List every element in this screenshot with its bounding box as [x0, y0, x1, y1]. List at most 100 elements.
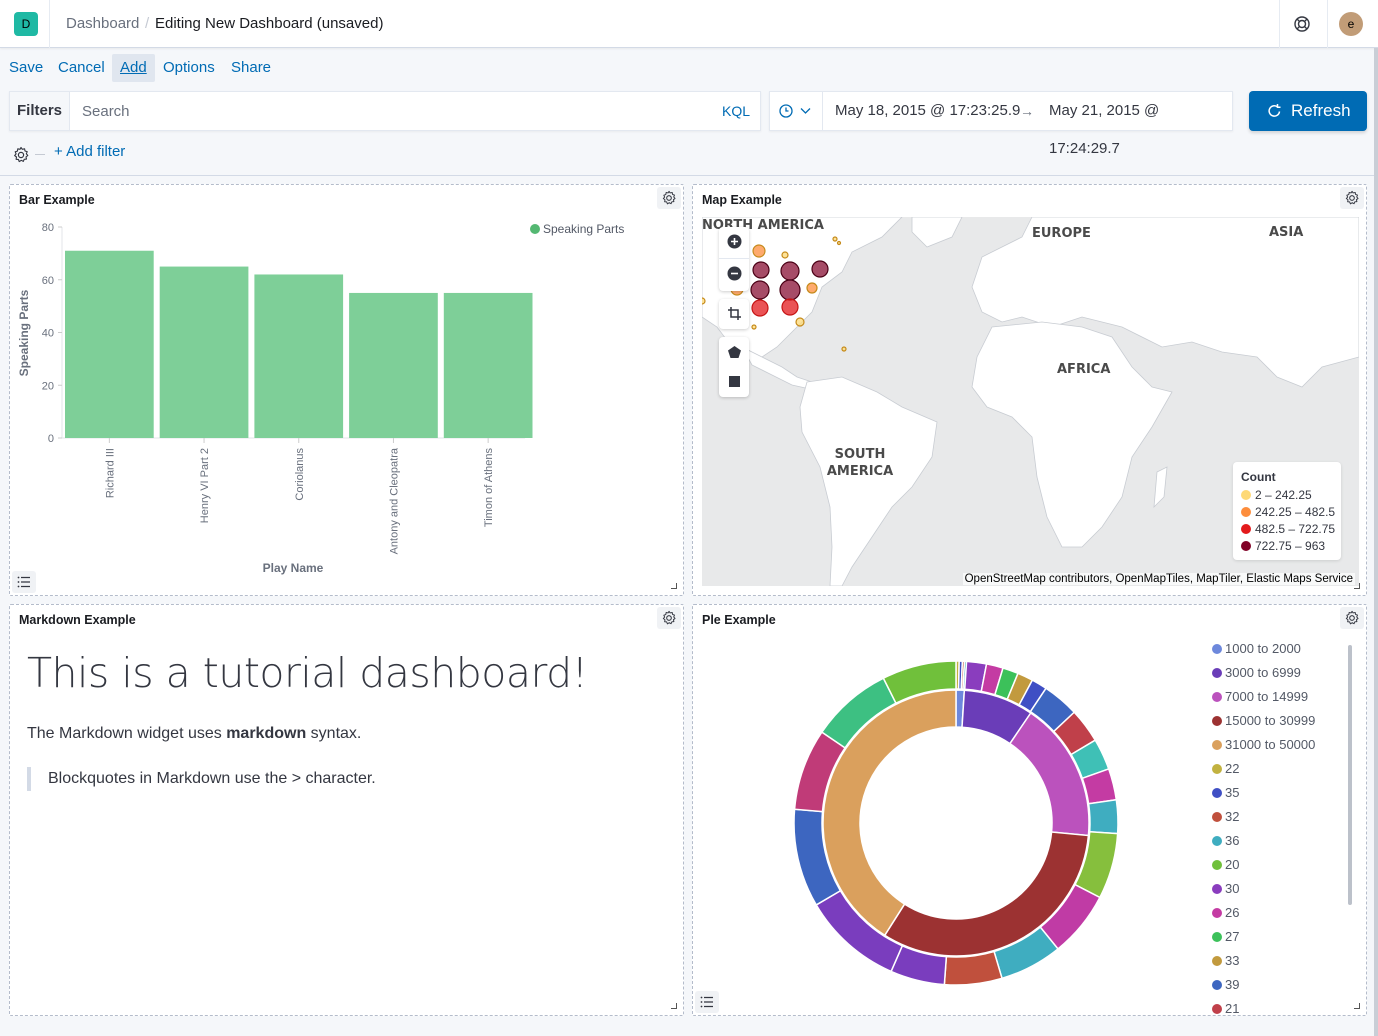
pie-outer-slice[interactable]: [1087, 798, 1119, 835]
app-logo[interactable]: D: [14, 12, 38, 36]
legend-item[interactable]: 32: [1212, 809, 1342, 833]
end-date[interactable]: May 21, 2015 @ 17:24:29.7: [1049, 92, 1232, 168]
legend-item[interactable]: 7000 to 14999: [1212, 689, 1342, 713]
map-data-point[interactable]: [751, 299, 769, 317]
refresh-button[interactable]: Refresh: [1249, 91, 1367, 131]
map-canvas[interactable]: NORTH AMERICA EUROPE ASIA AFRICA SOUTH A…: [702, 217, 1359, 586]
zoom-controls: [719, 227, 749, 291]
legend-toggle-button[interactable]: [12, 571, 36, 593]
menu-add[interactable]: Add: [112, 54, 155, 82]
map-data-point[interactable]: [781, 251, 789, 259]
legend-item[interactable]: 33: [1212, 953, 1342, 977]
continent-label: ASIA: [1269, 225, 1304, 240]
legend-toggle-button[interactable]: [695, 991, 719, 1013]
user-avatar[interactable]: e: [1339, 12, 1363, 36]
map-data-point[interactable]: [832, 236, 838, 242]
bar[interactable]: [65, 250, 154, 438]
resize-handle[interactable]: [671, 583, 677, 589]
menu-share[interactable]: Share: [223, 54, 279, 82]
polygon-draw-icon[interactable]: [728, 346, 741, 358]
panel-options-button[interactable]: [1340, 607, 1364, 629]
divider: [49, 0, 50, 48]
map-data-point[interactable]: [836, 240, 842, 246]
continent-label: EUROPE: [1032, 226, 1091, 241]
pie-outer-slice[interactable]: [943, 950, 1003, 986]
legend-dot: [1212, 1004, 1222, 1014]
list-icon: [700, 996, 713, 1008]
legend-item[interactable]: 31000 to 50000: [1212, 737, 1342, 761]
bar[interactable]: [349, 292, 438, 438]
help-lifebuoy-icon[interactable]: [1293, 15, 1311, 33]
menu-options[interactable]: Options: [155, 54, 223, 82]
clock-icon: [779, 104, 793, 118]
zoom-in-icon[interactable]: [727, 234, 742, 249]
search-input[interactable]: [72, 92, 692, 130]
map-data-point[interactable]: [750, 280, 770, 300]
map-attribution[interactable]: OpenStreetMap contributors, OpenMapTiles…: [962, 573, 1355, 585]
rectangle-draw-icon[interactable]: [729, 376, 740, 387]
land-south-america: [799, 376, 938, 586]
x-tick-label: Coriolanus: [294, 448, 306, 501]
chart-legend[interactable]: Speaking Parts: [530, 222, 624, 236]
legend-label: 15000 to 30999: [1225, 713, 1316, 728]
kql-toggle-button[interactable]: KQL: [722, 92, 750, 130]
legend-item[interactable]: 30: [1212, 881, 1342, 905]
land-greenland: [911, 217, 963, 248]
legend-label: 32: [1225, 809, 1240, 824]
start-date[interactable]: May 18, 2015 @ 17:23:25.9: [835, 92, 1020, 130]
fit-bounds-button[interactable]: [719, 299, 749, 329]
map-data-point[interactable]: [841, 346, 847, 352]
bar[interactable]: [254, 274, 344, 438]
filter-settings-gear-icon[interactable]: [12, 146, 30, 169]
legend-item[interactable]: 1000 to 2000: [1212, 641, 1342, 665]
quick-menu-button[interactable]: [770, 92, 823, 130]
legend-item[interactable]: 3000 to 6999: [1212, 665, 1342, 689]
legend-scrollbar[interactable]: [1348, 645, 1352, 905]
map-data-point[interactable]: [779, 279, 801, 301]
menu-cancel[interactable]: Cancel: [50, 54, 113, 82]
zoom-out-icon[interactable]: [727, 266, 742, 281]
resize-handle[interactable]: [1354, 1003, 1360, 1009]
map-legend-item: 2 – 242.25: [1241, 487, 1333, 504]
legend-item[interactable]: 26: [1212, 905, 1342, 929]
bar[interactable]: [159, 266, 249, 438]
y-tick-label: 80: [42, 222, 54, 234]
map-data-point[interactable]: [752, 244, 766, 258]
add-filter-button[interactable]: + Add filter: [54, 143, 125, 160]
markdown-heading: This is a tutorial dashboard!: [27, 649, 588, 697]
legend-item[interactable]: 21: [1212, 1001, 1342, 1021]
map-data-point[interactable]: [806, 282, 818, 294]
legend-label: 30: [1225, 881, 1240, 896]
map-data-point[interactable]: [751, 324, 757, 330]
legend-dot: [1241, 524, 1251, 534]
map-data-point[interactable]: [702, 297, 706, 305]
gear-icon: [662, 610, 676, 625]
legend-item[interactable]: 20: [1212, 857, 1342, 881]
legend-label: 1000 to 2000: [1225, 641, 1301, 656]
menu-save[interactable]: Save: [1, 54, 51, 82]
map-data-point[interactable]: [795, 317, 805, 327]
legend-item[interactable]: 36: [1212, 833, 1342, 857]
map-data-point[interactable]: [780, 261, 800, 281]
map-legend-item: 242.25 – 482.5: [1241, 504, 1335, 521]
land-madagascar: [1153, 466, 1168, 509]
map-data-point[interactable]: [811, 260, 829, 278]
panel-options-button[interactable]: [1340, 187, 1364, 209]
legend-label: 3000 to 6999: [1225, 665, 1301, 680]
markdown-paragraph: The Markdown widget uses markdown syntax…: [27, 725, 361, 743]
legend-item[interactable]: 35: [1212, 785, 1342, 809]
page-scrollbar[interactable]: [1374, 48, 1378, 1036]
map-data-point[interactable]: [781, 298, 799, 316]
legend-item[interactable]: 39: [1212, 977, 1342, 1001]
legend-dot: [1212, 740, 1222, 750]
breadcrumb-dashboard[interactable]: Dashboard: [66, 15, 139, 32]
legend-item[interactable]: 22: [1212, 761, 1342, 785]
resize-handle[interactable]: [671, 1003, 677, 1009]
panel-options-button[interactable]: [657, 607, 681, 629]
legend-item[interactable]: 27: [1212, 929, 1342, 953]
panel-markdown-example: Markdown Example This is a tutorial dash…: [9, 604, 684, 1016]
map-data-point[interactable]: [752, 261, 770, 279]
bar[interactable]: [443, 292, 533, 438]
resize-handle[interactable]: [1354, 583, 1360, 589]
legend-item[interactable]: 15000 to 30999: [1212, 713, 1342, 737]
